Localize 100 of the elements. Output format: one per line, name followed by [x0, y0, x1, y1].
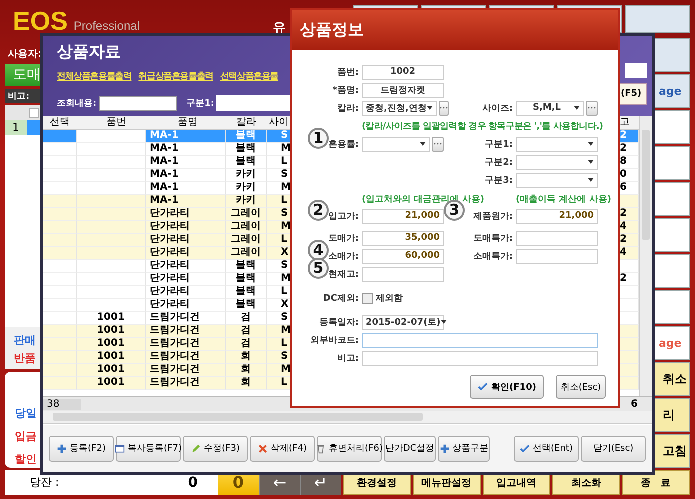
field-label: DC제외:	[322, 292, 360, 304]
table-cell: 그레이	[231, 247, 261, 259]
category-label: 구분1:	[186, 98, 214, 110]
dialog-title: 상품정보	[300, 20, 364, 40]
column-header: 품번	[106, 117, 126, 128]
table-cell: 1001	[97, 377, 125, 389]
number-marker: 4	[308, 240, 329, 260]
column-header: 사이	[269, 117, 289, 128]
table-cell: 단가라티	[150, 273, 190, 285]
return-label: 반품	[14, 351, 36, 366]
table-cell: 드림가디건	[150, 312, 200, 324]
row-count: 38	[43, 398, 81, 410]
table-cell: 단가라티	[150, 247, 190, 259]
field-label: 혼용률:	[328, 138, 359, 150]
table-cell: 드림가디건	[150, 377, 200, 389]
table-cell: S	[281, 351, 288, 363]
field-label: 도매가:	[328, 232, 359, 244]
table-cell: M	[281, 143, 291, 155]
table-cell: 검	[241, 338, 251, 350]
table-cell: M	[281, 221, 291, 233]
field-label: 입고가:	[328, 210, 359, 222]
table-cell: S	[281, 130, 288, 142]
table-cell: 1001	[97, 338, 125, 350]
table-cell: 0	[620, 169, 627, 181]
table-cell: 2	[620, 130, 627, 142]
field-label: 소매특가:	[473, 250, 513, 262]
table-cell: 2	[620, 234, 627, 246]
hint-text: (매출이득 계산에 사용)	[516, 194, 612, 206]
table-cell: X	[281, 247, 289, 259]
field-label: 구분1:	[484, 138, 514, 150]
table-cell: 드림가디건	[150, 325, 200, 337]
table-cell: 회	[241, 377, 251, 389]
user-label: 사용자:	[8, 48, 42, 61]
table-cell: 그레이	[231, 221, 261, 233]
table-cell: L	[281, 338, 288, 350]
table-cell: 1001	[97, 351, 125, 363]
number-marker: 5	[308, 258, 329, 278]
table-cell: 그레이	[231, 208, 261, 220]
table-cell: M	[281, 182, 291, 194]
table-cell: 블랙	[236, 156, 256, 168]
field-label: 제품원가:	[473, 210, 513, 222]
table-cell: MA-1	[150, 169, 179, 181]
stock-total: 6	[631, 398, 638, 410]
number-marker: 1	[308, 128, 329, 148]
table-cell: MA-1	[150, 195, 179, 207]
table-cell: S	[281, 169, 288, 181]
field-label: 소매가:	[328, 250, 359, 262]
table-cell: 드림가디건	[150, 364, 200, 376]
column-header: 선택	[50, 117, 70, 128]
table-cell: MA-1	[150, 182, 179, 194]
column-header: 품명	[178, 117, 198, 128]
table-cell: 카키	[236, 169, 256, 181]
table-cell: 블랙	[236, 143, 256, 155]
table-cell: 회	[241, 351, 251, 363]
field-label: 사이즈:	[481, 102, 514, 114]
table-cell: M	[281, 273, 291, 285]
edition-text: Professional	[74, 19, 140, 33]
table-cell: 2	[620, 208, 627, 220]
row-number: 1	[5, 120, 27, 135]
table-cell: 2	[620, 143, 627, 155]
balance-label: 당잔 :	[30, 475, 60, 490]
logo-text: EOS	[13, 9, 68, 33]
table-cell: MA-1	[150, 143, 179, 155]
table-cell: S	[281, 208, 288, 220]
table-cell: L	[281, 286, 288, 298]
table-cell: 1001	[97, 364, 125, 376]
column-header: 칼라	[236, 117, 256, 128]
table-cell: 4	[620, 247, 627, 259]
table-cell: 1001	[97, 312, 125, 324]
field-label: 비고:	[336, 352, 360, 364]
table-cell: 6	[620, 182, 627, 194]
memo-label: 비고:	[8, 90, 30, 102]
table-cell: S	[281, 260, 288, 272]
field-label: 구분2:	[484, 156, 514, 168]
table-cell: MA-1	[150, 130, 179, 142]
search-label: 조회내용:	[57, 98, 97, 110]
field-label: 현재고:	[328, 268, 359, 280]
window-title: 상품자료	[57, 42, 122, 63]
summary-label: 입금	[15, 429, 37, 443]
table-cell: 회	[241, 364, 251, 376]
table-cell: 1001	[97, 325, 125, 337]
field-label: 구분3:	[484, 174, 514, 186]
table-cell: 단가라티	[150, 260, 190, 272]
table-cell: 단가라티	[150, 286, 190, 298]
table-cell: X	[281, 299, 289, 311]
balance-value: 0	[188, 474, 198, 490]
field-label: 외부바코드:	[309, 334, 360, 346]
table-cell: M	[281, 364, 291, 376]
column-header: 고	[620, 117, 630, 128]
table-cell: L	[281, 234, 288, 246]
table-cell: 검	[241, 325, 251, 337]
summary-label: 할인	[15, 452, 37, 466]
table-cell: 블랙	[236, 260, 256, 272]
table-cell: L	[281, 195, 288, 207]
summary-label: 당일	[15, 406, 37, 420]
checkbox-label: 제외함	[376, 292, 403, 304]
table-cell: 블랙	[236, 286, 256, 298]
table-cell: 단가라티	[150, 208, 190, 220]
table-cell: 블랙	[236, 273, 256, 285]
table-cell: 2	[620, 273, 627, 285]
